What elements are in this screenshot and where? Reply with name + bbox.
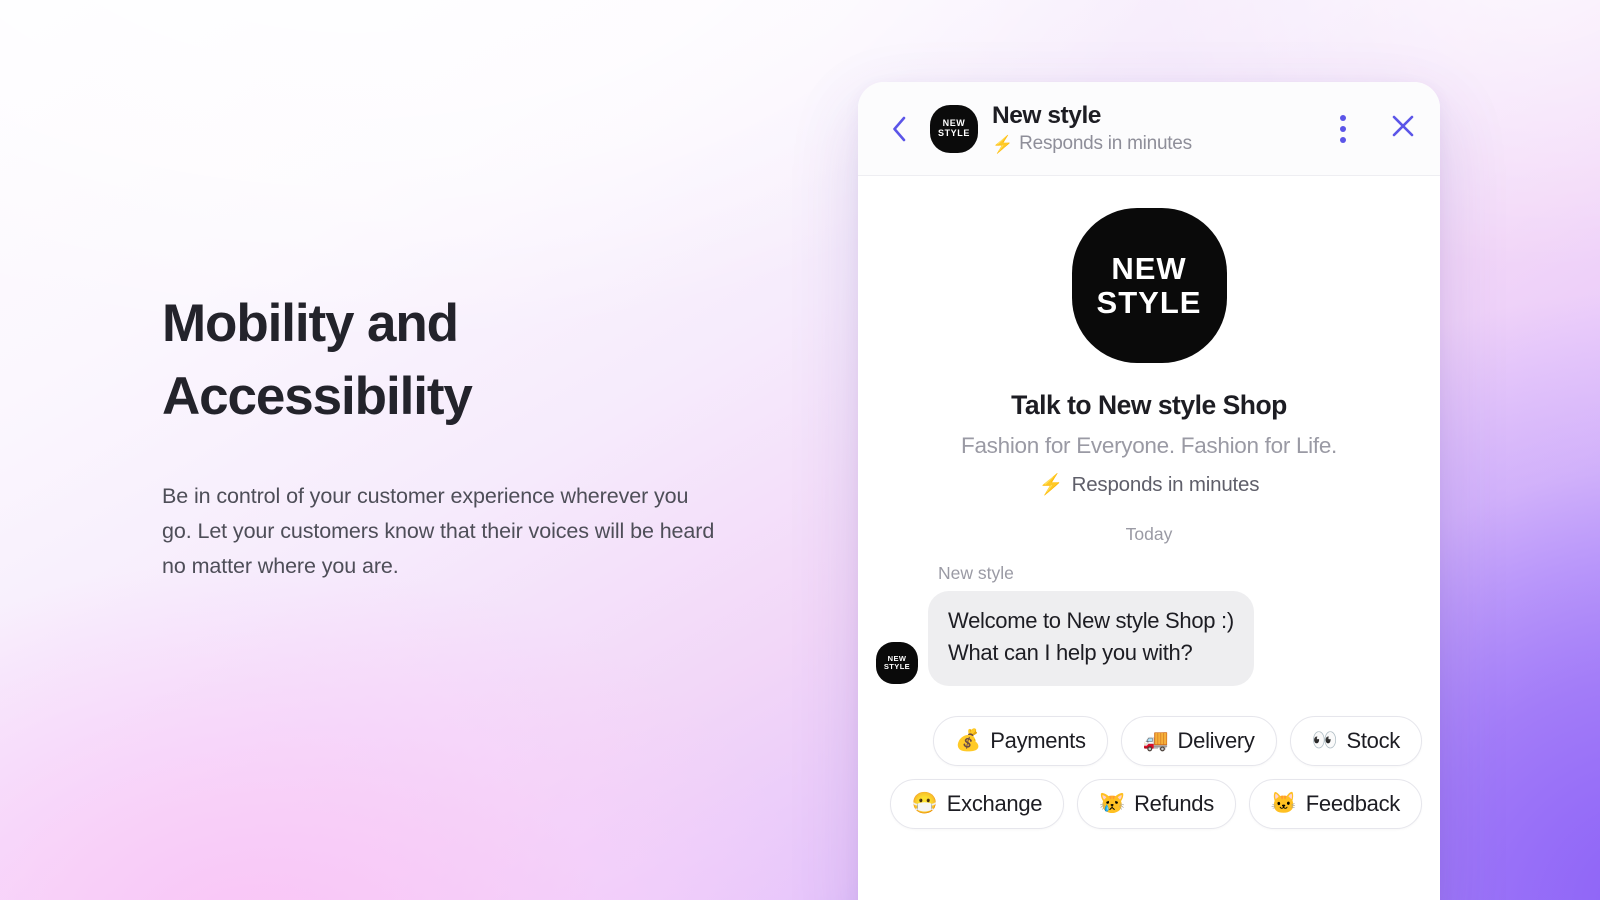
quick-reply-stock[interactable]: 👀 Stock <box>1289 715 1422 766</box>
money-bag-emoji: 💰 <box>955 729 982 753</box>
intro-status-row: ⚡ Responds in minutes <box>886 473 1412 497</box>
quick-reply-label: Refunds <box>1134 790 1214 816</box>
page-title: Mobility and Accessibility <box>162 294 473 427</box>
header-title: New style <box>992 101 1101 129</box>
page-root: Mobility and Accessibility Be in control… <box>0 0 1600 900</box>
quick-reply-label: Delivery <box>1177 727 1255 753</box>
header-avatar-line2: STYLE <box>937 127 970 138</box>
quick-reply-exchange[interactable]: 😷 Exchange <box>889 778 1065 829</box>
quick-reply-label: Feedback <box>1305 790 1401 816</box>
close-icon <box>1390 113 1416 144</box>
quick-reply-payments[interactable]: 💰 Payments <box>933 715 1108 766</box>
lightning-bolt-icon: ⚡ <box>1038 474 1064 496</box>
intro-title: Talk to New style Shop <box>1011 390 1287 420</box>
message-avatar-line2: STYLE <box>883 661 911 671</box>
delivery-truck-emoji: 🚚 <box>1142 729 1169 753</box>
intro-tagline: Fashion for Everyone. Fashion for Life. <box>961 433 1337 458</box>
quick-reply-list: 💰 Payments 🚚 Delivery 👀 Stock 😷 Exchange 😿 Refund… <box>858 715 1440 829</box>
chevron-left-icon <box>889 114 909 144</box>
quick-reply-delivery[interactable]: 🚚 Delivery <box>1120 715 1277 766</box>
brand-logo-line2: STYLE <box>1096 284 1202 320</box>
marketing-copy: Mobility and Accessibility Be in control… <box>162 287 722 584</box>
header-status-row: ⚡ Responds in minutes <box>992 133 1316 155</box>
brand-logo: NEW STYLE <box>1071 208 1227 363</box>
message-sender: New style <box>938 563 1014 583</box>
chat-header: NEW STYLE New style ⚡ Responds in minute… <box>858 82 1440 176</box>
message-bubble: Welcome to New style Shop :) What can I … <box>928 591 1254 686</box>
brand-logo-line1: NEW <box>1111 251 1187 287</box>
chat-intro: NEW STYLE Talk to New style Shop Fashion… <box>858 208 1440 497</box>
message-block: New style NEW STYLE Welcome to New style… <box>858 563 1440 686</box>
overflow-menu-button[interactable] <box>1328 112 1358 146</box>
close-button[interactable] <box>1388 112 1418 146</box>
message-row: NEW STYLE Welcome to New style Shop :) W… <box>876 591 1416 686</box>
crying-cat-emoji: 😿 <box>1099 792 1126 816</box>
header-status-text: Responds in minutes <box>1019 133 1192 155</box>
back-button[interactable] <box>882 112 916 146</box>
intro-status-text: Responds in minutes <box>1071 473 1260 496</box>
chat-body: NEW STYLE Talk to New style Shop Fashion… <box>858 176 1440 900</box>
quick-reply-label: Stock <box>1346 727 1400 753</box>
cat-face-emoji: 🐱 <box>1270 792 1297 816</box>
header-text-group: New style ⚡ Responds in minutes <box>992 102 1316 155</box>
header-avatar: NEW STYLE <box>930 104 978 153</box>
quick-reply-feedback[interactable]: 🐱 Feedback <box>1248 778 1422 829</box>
mask-face-emoji: 😷 <box>911 792 938 816</box>
eyes-emoji: 👀 <box>1311 729 1338 753</box>
day-divider: Today <box>1125 524 1173 544</box>
lightning-bolt-icon: ⚡ <box>992 134 1014 154</box>
quick-reply-refunds[interactable]: 😿 Refunds <box>1077 778 1236 829</box>
message-avatar: NEW STYLE <box>876 641 918 684</box>
quick-reply-label: Exchange <box>946 790 1043 816</box>
page-description: Be in control of your customer experienc… <box>162 484 715 579</box>
header-actions <box>1328 112 1418 146</box>
kebab-menu-icon <box>1340 114 1346 143</box>
quick-reply-label: Payments <box>990 727 1086 753</box>
chat-widget-panel: NEW STYLE New style ⚡ Responds in minute… <box>858 82 1440 900</box>
